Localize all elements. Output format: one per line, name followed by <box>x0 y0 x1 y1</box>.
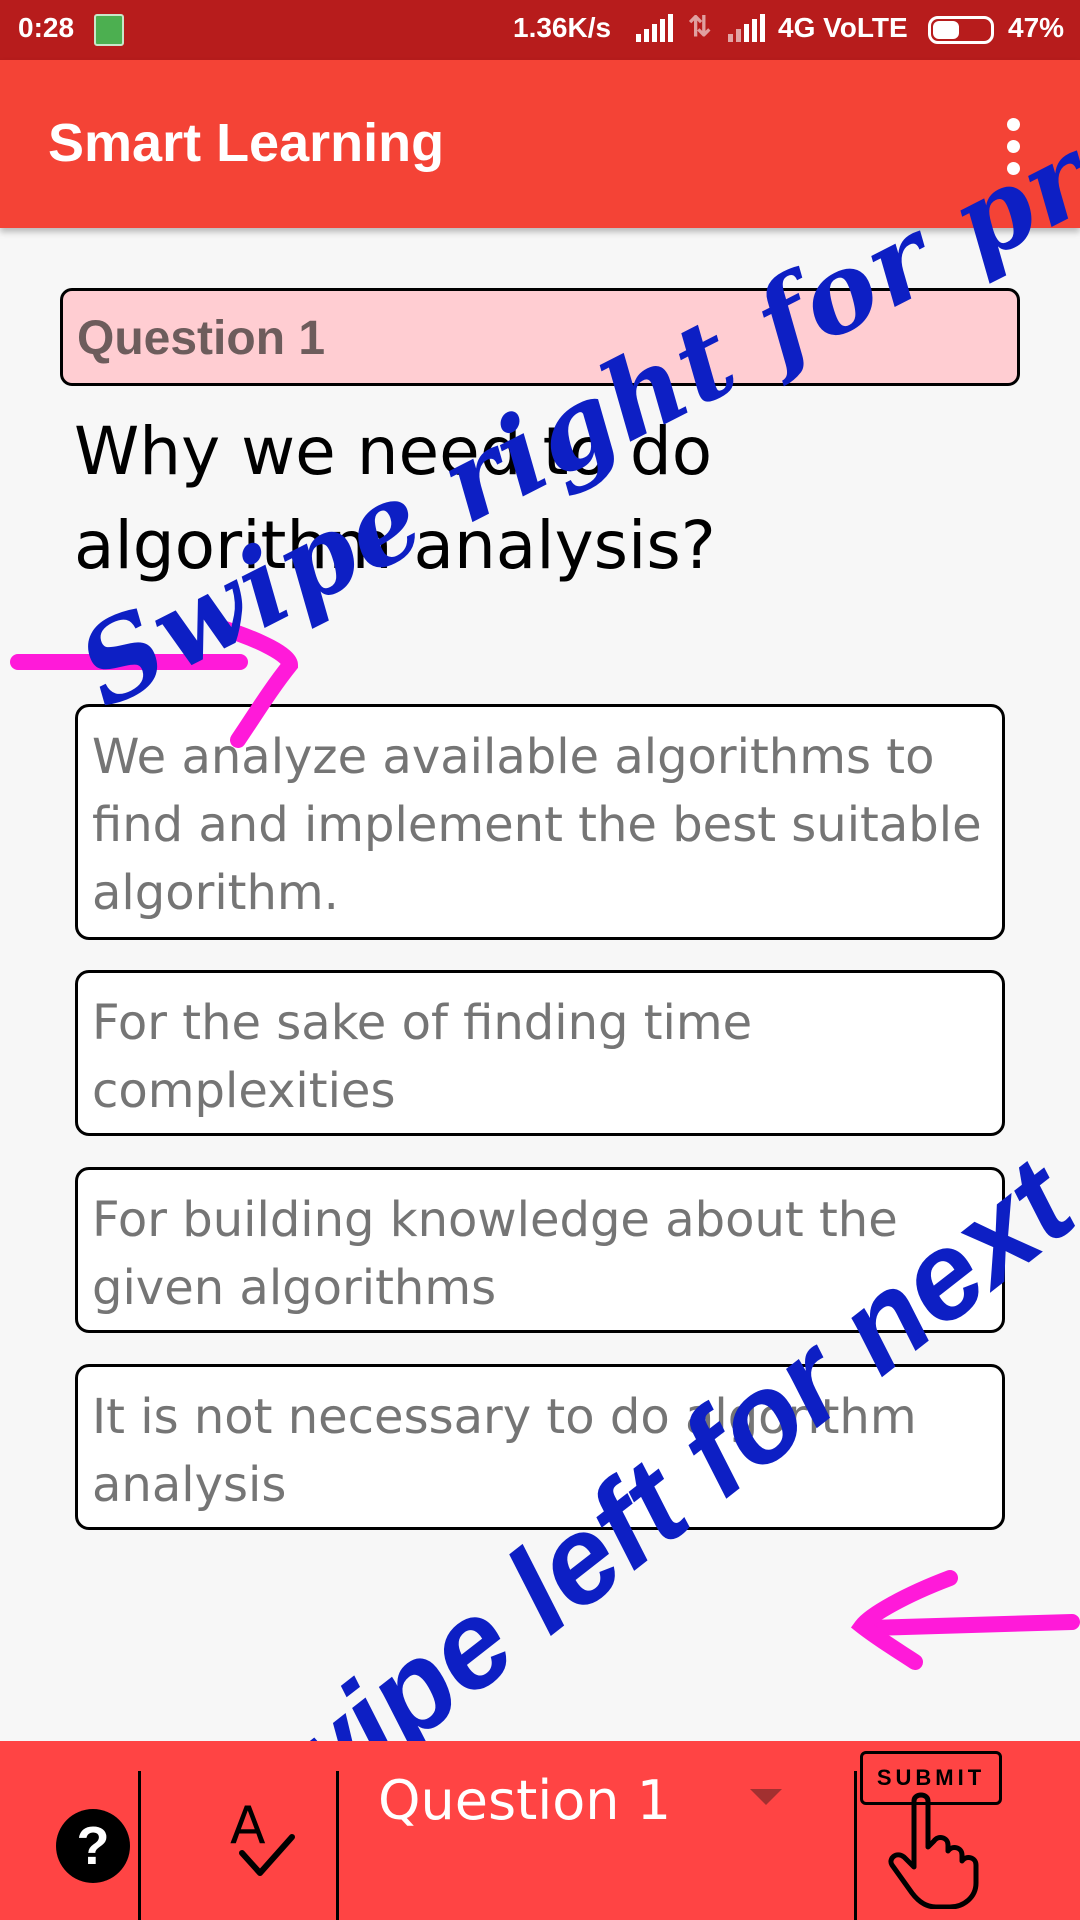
question-number: Question 1 <box>77 312 326 365</box>
svg-text:A: A <box>230 1796 266 1856</box>
notification-app-icon <box>94 14 124 46</box>
answer-option-2[interactable]: For the sake of finding time complexitie… <box>75 970 1005 1136</box>
help-button[interactable]: ? <box>56 1809 130 1883</box>
app-title: Smart Learning <box>48 113 445 173</box>
status-time: 0:28 <box>18 12 75 43</box>
spellcheck-icon[interactable]: A <box>220 1791 300 1885</box>
status-bar: 0:28 1.36K/s ⇅ 4G VoLTE 47% <box>0 0 1080 60</box>
signal-strength-icon-2 <box>728 14 768 42</box>
bottom-bar: ? A Question 1 SUBMIT <box>0 1741 1080 1920</box>
divider <box>138 1771 141 1920</box>
network-speed: 1.36K/s <box>513 12 612 43</box>
divider <box>336 1771 339 1920</box>
data-activity-icon: ⇅ <box>688 11 712 42</box>
answer-option-1[interactable]: We analyze available algorithms to find … <box>75 704 1005 940</box>
battery-icon <box>928 16 994 44</box>
signal-strength-icon <box>636 14 676 42</box>
battery-percent: 47% <box>1008 12 1065 43</box>
submit-button[interactable]: SUBMIT <box>858 1745 1008 1910</box>
question-selector[interactable]: Question 1 <box>378 1769 671 1832</box>
tap-hand-icon <box>888 1792 979 1909</box>
arrow-left-icon <box>850 1570 1080 1670</box>
divider <box>854 1771 857 1920</box>
chevron-down-icon[interactable] <box>750 1789 782 1805</box>
network-type: 4G VoLTE <box>778 12 908 43</box>
